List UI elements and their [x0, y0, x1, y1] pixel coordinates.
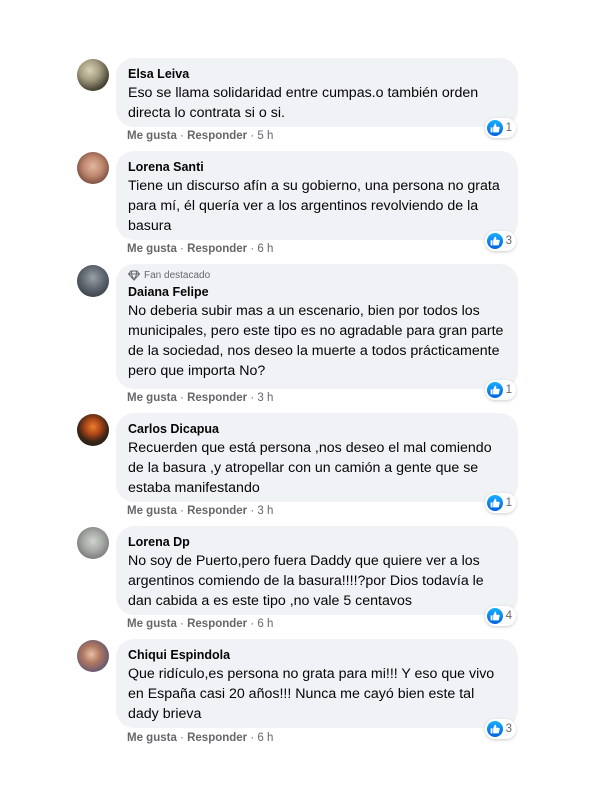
avatar[interactable]	[77, 527, 109, 559]
separator: ·	[180, 392, 184, 404]
reaction-count[interactable]: 1	[484, 493, 516, 513]
comment-bubble: Carlos Dicapua Recuerden que está person…	[116, 413, 518, 513]
like-link[interactable]: Me gusta	[127, 130, 177, 142]
comment-text: Que ridículo,es persona no grata para mi…	[128, 666, 495, 722]
like-link[interactable]: Me gusta	[127, 618, 177, 630]
comment-text: No deberia subir mas a un escenario, bie…	[128, 303, 504, 379]
reaction-count[interactable]: 3	[484, 719, 516, 739]
separator: ·	[180, 618, 184, 630]
timestamp[interactable]: 6 h	[257, 243, 273, 255]
separator: ·	[250, 130, 255, 142]
like-icon	[486, 721, 503, 737]
reaction-count[interactable]: 1	[484, 380, 516, 400]
comment-actions: Me gusta · Responder · 5 h	[127, 130, 273, 142]
comment-author[interactable]: Daiana Felipe	[128, 284, 506, 300]
reaction-count[interactable]: 1	[484, 118, 516, 138]
top-fan-badge: Fan destacado	[128, 270, 506, 281]
comment-author[interactable]: Chiqui Espindola	[128, 647, 506, 663]
like-link[interactable]: Me gusta	[127, 505, 177, 517]
avatar[interactable]	[77, 152, 109, 184]
reaction-number: 4	[505, 610, 512, 622]
comment-text: Tiene un discurso afín a su gobierno, un…	[128, 178, 500, 234]
reaction-number: 3	[505, 235, 512, 247]
reply-link[interactable]: Responder	[187, 392, 247, 404]
like-link[interactable]: Me gusta	[127, 392, 177, 404]
separator: ·	[250, 392, 255, 404]
comment-author[interactable]: Elsa Leiva	[128, 66, 506, 82]
comment-author[interactable]: Lorena Dp	[128, 534, 506, 550]
comment-bubble: Elsa Leiva Eso se llama solidaridad entr…	[116, 58, 518, 138]
badge-label: Fan destacado	[144, 270, 211, 281]
reaction-number: 1	[505, 497, 512, 509]
reaction-number: 1	[505, 122, 512, 134]
reaction-count[interactable]: 4	[484, 606, 516, 626]
avatar[interactable]	[77, 59, 109, 91]
comment-bubble: Chiqui Espindola Que ridículo,es persona…	[116, 639, 518, 739]
reaction-count[interactable]: 3	[484, 231, 516, 251]
separator: ·	[250, 732, 255, 744]
timestamp[interactable]: 3 h	[257, 505, 273, 517]
comment-bubble: Lorena Santi Tiene un discurso afín a su…	[116, 151, 518, 251]
timestamp[interactable]: 3 h	[257, 392, 273, 404]
comment-actions: Me gusta · Responder · 3 h	[127, 392, 273, 404]
like-icon	[486, 233, 503, 249]
like-link[interactable]: Me gusta	[127, 732, 177, 744]
like-icon	[486, 608, 503, 624]
reaction-number: 1	[505, 384, 512, 396]
like-link[interactable]: Me gusta	[127, 243, 177, 255]
like-icon	[486, 382, 503, 398]
separator: ·	[250, 243, 255, 255]
diamond-icon	[128, 270, 140, 281]
separator: ·	[180, 732, 184, 744]
avatar[interactable]	[77, 265, 109, 297]
like-icon	[486, 120, 503, 136]
separator: ·	[180, 505, 184, 517]
avatar[interactable]	[77, 640, 109, 672]
reply-link[interactable]: Responder	[187, 732, 247, 744]
comment-author[interactable]: Carlos Dicapua	[128, 421, 506, 437]
comment-text: No soy de Puerto,pero fuera Daddy que qu…	[128, 553, 484, 609]
comment-bubble: Fan destacado Daiana Felipe No deberia s…	[116, 264, 518, 400]
comment-actions: Me gusta · Responder · 6 h	[127, 618, 273, 630]
separator: ·	[180, 130, 184, 142]
comment-author[interactable]: Lorena Santi	[128, 159, 506, 175]
separator: ·	[180, 243, 184, 255]
reaction-number: 3	[505, 723, 512, 735]
reply-link[interactable]: Responder	[187, 505, 247, 517]
comment-text: Eso se llama solidaridad entre cumpas.o …	[128, 85, 479, 121]
reply-link[interactable]: Responder	[187, 130, 247, 142]
comment-actions: Me gusta · Responder · 6 h	[127, 243, 273, 255]
reply-link[interactable]: Responder	[187, 243, 247, 255]
comment-actions: Me gusta · Responder · 6 h	[127, 732, 273, 744]
separator: ·	[250, 618, 255, 630]
timestamp[interactable]: 6 h	[257, 618, 273, 630]
timestamp[interactable]: 6 h	[257, 732, 273, 744]
like-icon	[486, 495, 503, 511]
reply-link[interactable]: Responder	[187, 618, 247, 630]
comment-actions: Me gusta · Responder · 3 h	[127, 505, 273, 517]
comment-bubble: Lorena Dp No soy de Puerto,pero fuera Da…	[116, 526, 518, 626]
comment-text: Recuerden que está persona ,nos deseo el…	[128, 440, 492, 496]
timestamp[interactable]: 5 h	[257, 130, 273, 142]
separator: ·	[250, 505, 255, 517]
avatar[interactable]	[77, 414, 109, 446]
